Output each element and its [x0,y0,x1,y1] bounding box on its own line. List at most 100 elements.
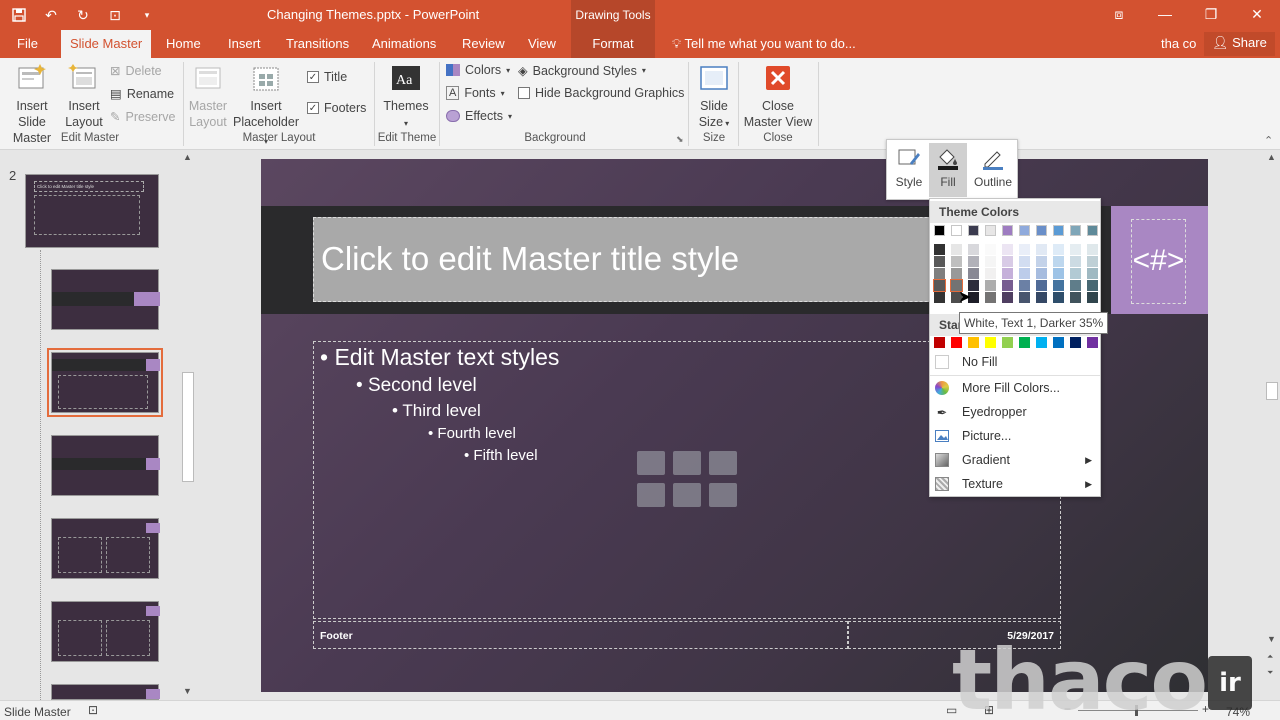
tab-slide-master[interactable]: Slide Master [61,30,152,58]
rename-button[interactable]: ▤ Rename [110,86,174,102]
close-window-icon[interactable]: ✕ [1234,0,1280,28]
theme-color-shade-swatch[interactable] [1019,268,1030,279]
theme-color-shade-swatch[interactable] [1019,244,1030,255]
scroll-up-icon[interactable]: ▲ [1267,152,1276,162]
slide-size-button[interactable]: Slide Size ▾ [694,58,734,132]
theme-color-shade-swatch[interactable] [1053,268,1064,279]
theme-color-shade-swatch[interactable] [1053,256,1064,267]
restore-icon[interactable]: ❐ [1188,0,1234,28]
theme-color-shade-swatch[interactable] [1036,268,1047,279]
theme-color-shade-swatch[interactable] [933,279,946,292]
theme-color-shade-swatch[interactable] [1019,280,1030,291]
layout-thumbnail[interactable] [51,435,160,496]
theme-color-shade-swatch[interactable] [1036,256,1047,267]
theme-color-shade-swatch[interactable] [1019,292,1030,303]
theme-color-shade-swatch[interactable] [934,268,945,279]
theme-color-shade-swatch[interactable] [951,244,962,255]
theme-color-shade-swatch[interactable] [1002,268,1013,279]
layout-thumbnail[interactable] [51,601,160,662]
insert-chart-icon[interactable] [673,451,701,475]
theme-color-shade-swatch[interactable] [934,244,945,255]
tab-review[interactable]: Review [462,36,505,51]
theme-color-shade-swatch[interactable] [985,292,996,303]
share-button[interactable]: 👤︎ Share [1204,32,1275,56]
standard-color-swatch[interactable] [985,337,996,348]
theme-color-shade-swatch[interactable] [1070,292,1081,303]
accessibility-icon[interactable]: ⊡ [88,703,98,717]
scroll-down-icon[interactable]: ▼ [183,686,192,696]
customize-qat-icon[interactable]: ▾ [136,4,158,26]
master-layout-button[interactable]: Master Layout [188,58,228,130]
effects-button[interactable]: Effects ▾ [446,109,512,123]
theme-color-swatch[interactable] [934,225,945,236]
tab-home[interactable]: Home [166,36,201,51]
tab-transitions[interactable]: Transitions [286,36,349,51]
tab-view[interactable]: View [528,36,556,51]
theme-color-shade-swatch[interactable] [968,256,979,267]
scrollbar-thumb[interactable] [1266,382,1278,400]
scroll-down-icon[interactable]: ▼ [1267,634,1276,644]
fonts-button[interactable]: A Fonts ▾ [446,86,505,100]
background-styles-button[interactable]: ◈ Background Styles ▾ [518,63,646,79]
tab-format[interactable]: Format [571,30,655,58]
theme-color-shade-swatch[interactable] [934,256,945,267]
layout-thumbnail[interactable] [51,518,160,579]
slide-scrollbar[interactable]: ▲ ▼ ⏶ ⏷ [1264,150,1280,700]
insert-online-picture-icon[interactable] [673,483,701,507]
delete-button[interactable]: ⊠ Delete [110,63,162,79]
theme-color-shade-swatch[interactable] [1053,292,1064,303]
standard-color-swatch[interactable] [1002,337,1013,348]
theme-color-shade-swatch[interactable] [985,256,996,267]
theme-color-shade-swatch[interactable] [1036,292,1047,303]
tab-file[interactable]: File [17,36,38,51]
theme-color-swatch[interactable] [1019,225,1030,236]
insert-table-icon[interactable] [637,451,665,475]
shape-fill-button[interactable]: Fill [929,143,967,197]
theme-color-shade-swatch[interactable] [1002,256,1013,267]
theme-color-shade-swatch[interactable] [968,268,979,279]
preserve-button[interactable]: ✎ Preserve [110,109,176,125]
save-icon[interactable] [8,4,30,26]
themes-button[interactable]: Aa Themes ▾ [382,58,430,132]
scroll-up-icon[interactable]: ▲ [183,152,192,162]
tell-me-box[interactable]: 💡︎ Tell me what you want to do... [672,36,856,52]
next-slide-icon[interactable]: ⏷ [1267,668,1273,678]
theme-color-shade-swatch[interactable] [1002,292,1013,303]
theme-color-shade-swatch[interactable] [951,256,962,267]
no-fill-item[interactable]: No Fill [930,350,1100,374]
collapse-ribbon-icon[interactable]: ⌃ [1264,134,1273,147]
theme-color-shade-swatch[interactable] [1002,280,1013,291]
theme-color-shade-swatch[interactable] [951,268,962,279]
footer-placeholder[interactable]: Footer [313,621,848,649]
theme-color-swatch[interactable] [1053,225,1064,236]
footers-checkbox[interactable]: ✓ Footers [307,101,366,115]
layout-thumbnail[interactable] [51,269,160,330]
theme-color-shade-swatch[interactable] [1087,244,1098,255]
tab-insert[interactable]: Insert [228,36,261,51]
insert-smartart-icon[interactable] [709,451,737,475]
theme-color-shade-swatch[interactable] [1070,280,1081,291]
gradient-item[interactable]: Gradient ▶ [930,448,1100,472]
standard-color-swatch[interactable] [951,337,962,348]
theme-color-swatch[interactable] [968,225,979,236]
minimize-icon[interactable]: — [1142,0,1188,28]
theme-color-shade-swatch[interactable] [1002,244,1013,255]
theme-color-shade-swatch[interactable] [934,292,945,303]
redo-icon[interactable]: ↻ [72,4,94,26]
standard-color-swatch[interactable] [1070,337,1081,348]
undo-icon[interactable]: ↶ [40,4,62,26]
slide-number-placeholder[interactable]: <#> [1131,219,1186,304]
shape-style-button[interactable]: Style [893,145,925,189]
picture-item[interactable]: Picture... [930,424,1100,448]
scrollbar-thumb[interactable] [182,372,194,482]
layout-thumbnail-selected[interactable] [47,348,163,417]
insert-picture-icon[interactable] [637,483,665,507]
theme-color-shade-swatch[interactable] [1070,244,1081,255]
theme-color-shade-swatch[interactable] [1070,268,1081,279]
previous-slide-icon[interactable]: ⏶ [1267,652,1273,662]
colors-button[interactable]: Colors ▾ [446,63,510,77]
theme-color-swatch[interactable] [1087,225,1098,236]
eyedropper-item[interactable]: ✒ Eyedropper [930,400,1100,424]
theme-color-swatch[interactable] [985,225,996,236]
standard-color-swatch[interactable] [1036,337,1047,348]
